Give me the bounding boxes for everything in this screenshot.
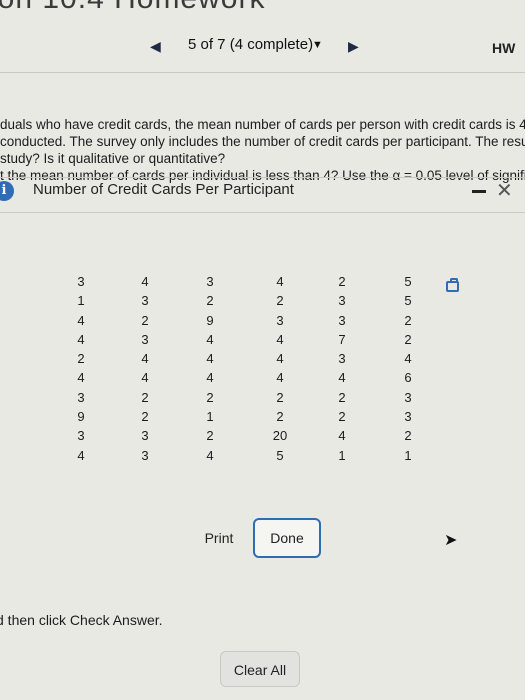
table-cell: 4 (338, 428, 346, 444)
table-cell: 9 (77, 409, 85, 425)
table-cell: 2 (276, 293, 284, 309)
question-text: duals who have credit cards, the mean nu… (0, 116, 525, 184)
table-cell: 7 (338, 331, 346, 347)
table-column: 5 5 2 2 4 6 3 3 2 1 (393, 272, 423, 465)
table-cell: 4 (141, 370, 149, 386)
table-cell: 2 (77, 351, 85, 367)
table-cell: 2 (338, 409, 346, 425)
table-cell: 2 (276, 409, 284, 425)
table-cell: 3 (206, 274, 214, 289)
table-cell: 4 (206, 331, 214, 347)
dialog-header: i Number of Credit Cards Per Participant… (0, 178, 525, 210)
next-arrow-icon[interactable]: ▶ (348, 38, 359, 55)
print-button[interactable]: Print (190, 520, 248, 556)
table-cell: 4 (141, 351, 149, 367)
table-cell: 2 (141, 409, 149, 425)
question-line: conducted. The survey only includes the … (0, 134, 525, 149)
table-cell: 4 (276, 331, 284, 347)
table-cell: 4 (77, 312, 85, 328)
table-cell: 4 (276, 351, 284, 367)
table-cell: 3 (141, 293, 149, 309)
table-cell: 3 (276, 312, 284, 328)
progress-status[interactable]: 5 of 7 (4 complete) (188, 36, 313, 53)
table-cell: 2 (338, 274, 346, 289)
table-cell: 4 (77, 370, 85, 386)
table-cell: 4 (206, 447, 214, 463)
table-column: 4 2 3 4 4 4 2 2 20 5 (265, 272, 295, 465)
table-cell: 3 (77, 428, 85, 444)
dropdown-caret-icon[interactable]: ▼ (312, 39, 323, 51)
table-cell: 3 (338, 312, 346, 328)
table-column: 3 2 9 4 4 4 2 1 2 4 (195, 272, 225, 465)
table-cell: 1 (206, 409, 214, 425)
table-cell: 2 (206, 293, 214, 309)
question-line: duals who have credit cards, the mean nu… (0, 117, 525, 132)
table-cell: 1 (77, 293, 85, 309)
data-table: 3 1 4 4 2 4 3 9 3 4 4 3 2 3 4 4 2 2 3 3 3 2 9 4 4 4 2 1 2 4 4 2 3 4 4 4 2 2 20… (0, 272, 525, 502)
divider (0, 212, 525, 213)
table-cell: 2 (141, 389, 149, 405)
table-cell: 2 (141, 312, 149, 328)
cursor-icon: ➤ (444, 532, 458, 549)
question-line: study? Is it qualitative or quantitative… (0, 151, 226, 166)
table-cell: 20 (272, 428, 288, 444)
table-cell: 3 (77, 389, 85, 405)
table-cell: 3 (77, 274, 85, 289)
question-nav: ◀ 5 of 7 (4 complete) ▼ ▶ HW (0, 36, 525, 58)
table-cell: 2 (276, 389, 284, 405)
table-column: 4 3 2 3 4 4 2 2 3 3 (130, 272, 160, 465)
table-cell: 4 (206, 370, 214, 386)
hw-link[interactable]: HW (492, 40, 515, 56)
table-cell: 3 (338, 293, 346, 309)
table-cell: 2 (404, 312, 412, 328)
table-cell: 1 (338, 447, 346, 463)
info-icon: i (0, 181, 14, 201)
prev-arrow-icon[interactable]: ◀ (150, 38, 161, 55)
done-button[interactable]: Done (253, 518, 321, 558)
close-icon[interactable]: ✕ (496, 178, 513, 203)
table-cell: 4 (77, 331, 85, 347)
table-cell: 6 (404, 370, 412, 386)
table-cell: 3 (141, 447, 149, 463)
table-cell: 5 (404, 274, 412, 289)
table-column: 3 1 4 4 2 4 3 9 3 4 (66, 272, 96, 465)
table-cell: 2 (338, 389, 346, 405)
clear-all-button[interactable]: Clear All (220, 651, 300, 687)
instruction-text: d then click Check Answer. (0, 612, 163, 628)
divider (0, 72, 525, 73)
page-title: ion 10.4 Homework (0, 0, 410, 16)
table-cell: 2 (404, 428, 412, 444)
table-column: 2 3 3 7 3 4 2 2 4 1 (327, 272, 357, 465)
table-cell: 4 (141, 274, 149, 289)
table-cell: 4 (77, 447, 85, 463)
copy-icon[interactable] (446, 278, 459, 292)
minimize-icon[interactable] (472, 190, 486, 193)
table-cell: 2 (206, 428, 214, 444)
table-cell: 2 (404, 331, 412, 347)
table-cell: 3 (404, 389, 412, 405)
table-cell: 5 (276, 447, 284, 463)
table-cell: 4 (276, 370, 284, 386)
table-cell: 2 (206, 389, 214, 405)
table-cell: 9 (206, 312, 214, 328)
table-cell: 4 (338, 370, 346, 386)
table-cell: 3 (141, 331, 149, 347)
table-cell: 4 (276, 274, 284, 289)
table-cell: 3 (141, 428, 149, 444)
table-cell: 4 (206, 351, 214, 367)
table-cell: 1 (404, 447, 412, 463)
table-cell: 4 (404, 351, 412, 367)
dialog-title: Number of Credit Cards Per Participant (33, 181, 294, 198)
table-cell: 3 (338, 351, 346, 367)
table-cell: 3 (404, 409, 412, 425)
table-cell: 5 (404, 293, 412, 309)
